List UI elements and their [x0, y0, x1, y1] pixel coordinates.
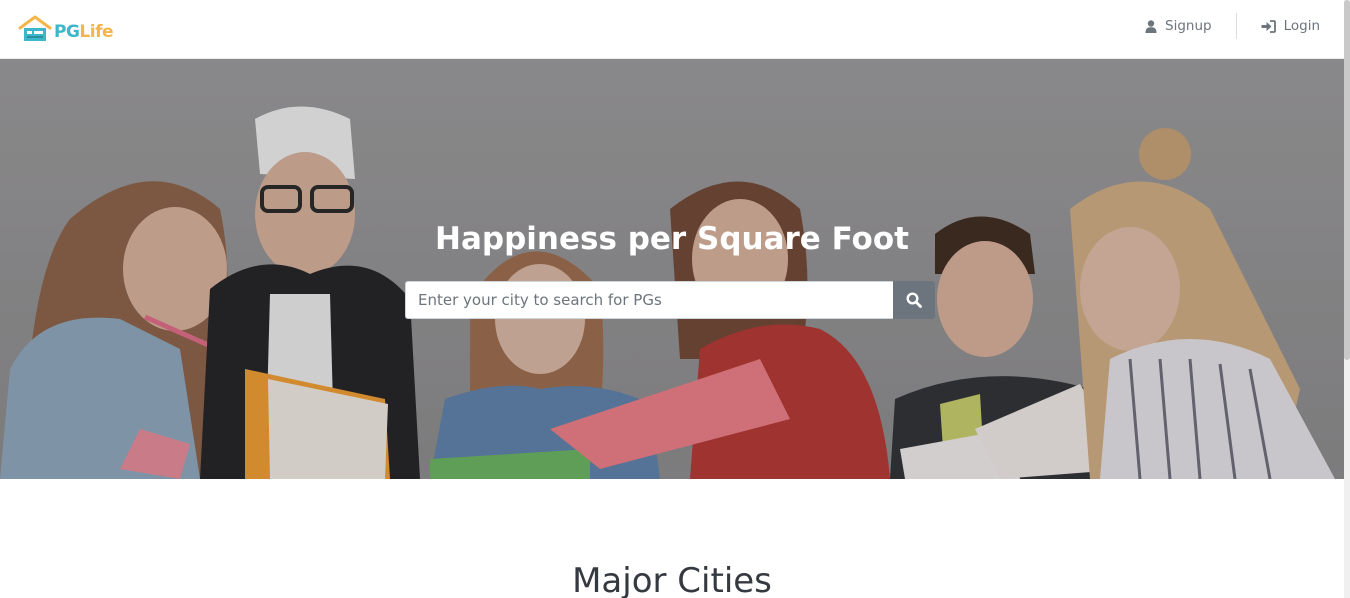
signup-link[interactable]: Signup — [1145, 12, 1212, 40]
user-icon — [1145, 19, 1157, 33]
page: PGLife Signup Login Happiness per Square… — [0, 0, 1350, 598]
brand-logo[interactable]: PGLife — [18, 13, 114, 43]
scrollbar-thumb[interactable] — [1344, 0, 1350, 360]
search-icon — [906, 292, 922, 308]
city-search-input[interactable] — [405, 281, 893, 319]
major-cities-heading: Major Cities — [572, 561, 772, 598]
hero-banner: Happiness per Square Foot — [0, 59, 1344, 479]
login-link[interactable]: Login — [1261, 12, 1320, 40]
hero-overlay — [0, 59, 1344, 479]
page-scrollbar[interactable] — [1344, 0, 1350, 598]
hero-title: Happiness per Square Foot — [435, 221, 909, 257]
search-button[interactable] — [893, 281, 935, 319]
signup-label: Signup — [1165, 18, 1212, 34]
house-logo-icon — [18, 15, 52, 41]
city-search-form — [405, 281, 935, 319]
brand-name-pg: PG — [54, 22, 80, 42]
nav-divider — [1235, 13, 1237, 39]
sign-in-icon — [1261, 19, 1276, 33]
brand-name: PGLife — [54, 22, 114, 42]
nav-links: Signup Login — [1145, 12, 1320, 40]
top-navbar: PGLife Signup Login — [0, 0, 1344, 59]
login-label: Login — [1283, 18, 1320, 34]
brand-name-life: Life — [79, 22, 114, 42]
